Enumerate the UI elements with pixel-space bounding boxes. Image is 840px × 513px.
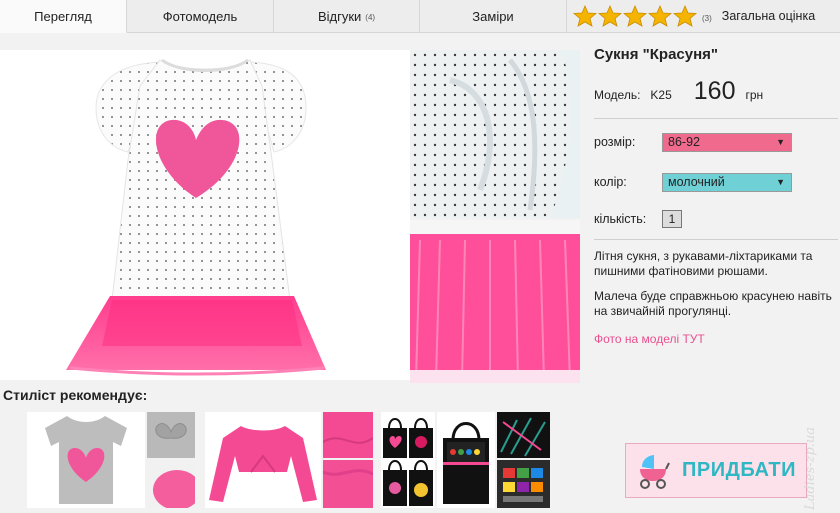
tshirt-image — [27, 412, 145, 508]
size-row: розмір: 86-92 ▼ — [594, 131, 838, 153]
bag-detail-image — [497, 412, 550, 458]
description-paragraph-2: Малеча буде справжньою красунею навіть н… — [594, 289, 832, 318]
description-paragraph-1: Літня сукня, з рукавами-ліхтариками та п… — [594, 249, 813, 278]
recommended-item-tote-bag[interactable] — [437, 412, 495, 508]
tshirt-back-image — [147, 412, 195, 458]
product-title: Сукня "Красуня" — [594, 46, 719, 63]
recommended-item-bag-detail[interactable] — [497, 412, 550, 458]
bolero-detail-image — [323, 412, 373, 458]
color-row: колір: молочний ▼ — [594, 171, 838, 193]
color-select-value: молочний — [668, 175, 725, 189]
star-icon — [598, 5, 622, 27]
price-currency: грн — [745, 88, 764, 102]
paint-set-image — [497, 460, 550, 508]
recommended-item-bags[interactable] — [381, 412, 435, 508]
star-icon — [573, 5, 597, 27]
fabric-detail-photo[interactable] — [410, 50, 580, 218]
tab-bar: Перегляд Фотомодель Відгуки (4) Заміри (… — [0, 0, 840, 33]
tab-measurements[interactable]: Заміри — [420, 0, 567, 33]
recommended-item-bolero-detail[interactable] — [323, 412, 373, 458]
dress-image — [66, 58, 326, 376]
tab-overview[interactable]: Перегляд — [0, 0, 127, 33]
rating-count: (3) — [702, 13, 712, 23]
stylist-title: Стиліст рекомендує: — [3, 387, 148, 403]
buy-button-label: ПРИДБАТИ — [682, 459, 796, 481]
price-row: Модель: K25 160 грн — [594, 77, 838, 106]
divider — [594, 118, 838, 119]
baby-carriage-icon — [640, 454, 670, 489]
color-select[interactable]: молочний ▼ — [662, 172, 792, 192]
model-label: Модель: — [594, 88, 641, 102]
tab-overview-label: Перегляд — [34, 8, 92, 24]
recommended-item-bolero[interactable] — [205, 412, 321, 508]
tab-reviews-label: Відгуки — [317, 8, 362, 24]
quantity-label: кількість: — [594, 212, 647, 226]
recommended-item-paint-set[interactable] — [497, 460, 550, 508]
bolero-fabric-image — [323, 460, 373, 508]
dropdown-arrow-icon: ▼ — [776, 177, 785, 187]
tulle-image — [410, 220, 580, 383]
pink-fabric-image — [147, 460, 195, 508]
buy-button[interactable]: ПРИДБАТИ — [625, 443, 807, 498]
tab-reviews-count: (4) — [365, 12, 376, 22]
size-select[interactable]: 86-92 ▼ — [662, 132, 792, 152]
fabric-image — [410, 50, 580, 218]
main-product-photo[interactable] — [0, 50, 410, 380]
rating-label: Загальна оцінка — [721, 9, 816, 23]
model-code: K25 — [650, 88, 672, 102]
quantity-row: кількість: 1 — [594, 208, 838, 230]
recommended-item-fabric[interactable] — [147, 460, 195, 508]
tulle-detail-photo[interactable] — [410, 220, 580, 383]
product-info-panel: Сукня "Красуня" Модель: K25 160 грн розм… — [594, 44, 838, 346]
recommended-item-tshirt-back[interactable] — [147, 412, 195, 458]
recommended-item-bolero-fabric[interactable] — [323, 460, 373, 508]
tab-photomodel-label: Фотомодель — [162, 8, 238, 24]
site-watermark: Ladies-zp.ua — [803, 426, 818, 510]
rating-stars — [573, 5, 698, 27]
tote-bag-image — [437, 412, 495, 508]
size-label: розмір: — [594, 135, 636, 149]
divider — [594, 239, 838, 240]
star-icon — [648, 5, 672, 27]
tab-rating[interactable]: (3) Загальна оцінка — [567, 0, 840, 33]
tab-reviews[interactable]: Відгуки (4) — [274, 0, 420, 33]
star-icon — [623, 5, 647, 27]
recommended-item-tshirt[interactable] — [27, 412, 145, 508]
tab-measurements-label: Заміри — [472, 8, 514, 24]
tab-photomodel[interactable]: Фотомодель — [127, 0, 274, 33]
bolero-image — [205, 412, 321, 508]
quantity-input[interactable]: 1 — [662, 210, 682, 228]
dropdown-arrow-icon: ▼ — [776, 137, 785, 147]
bags-image — [381, 412, 435, 508]
star-icon — [673, 5, 697, 27]
color-label: колір: — [594, 175, 627, 189]
size-select-value: 86-92 — [668, 135, 700, 149]
model-photo-link[interactable]: Фото на моделі ТУТ — [594, 332, 838, 346]
product-price: 160 — [693, 77, 736, 105]
